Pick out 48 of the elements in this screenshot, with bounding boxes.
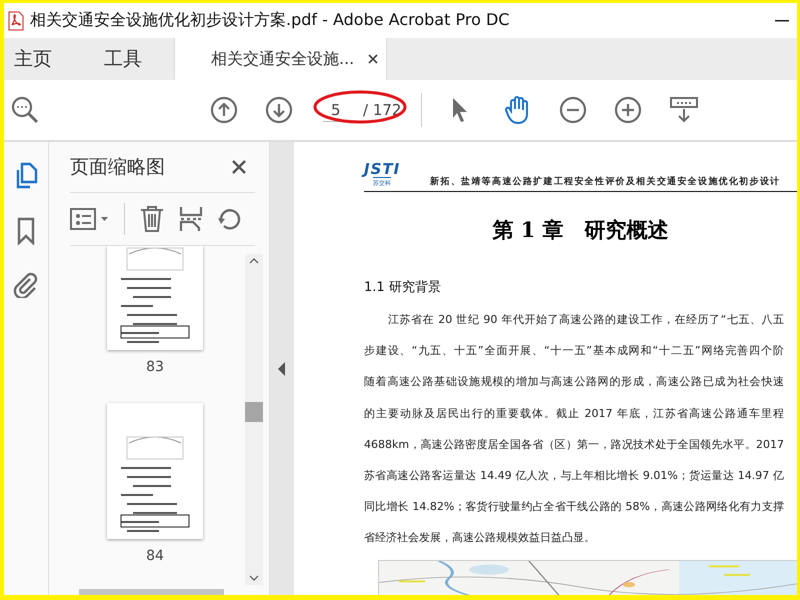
close-icon[interactable]	[231, 159, 247, 175]
previous-page-icon[interactable]	[210, 96, 238, 124]
sidebar-tab[interactable]	[13, 272, 39, 301]
next-page-icon[interactable]	[265, 96, 293, 124]
sidebar-tab[interactable]	[16, 217, 36, 248]
page-thumbnail[interactable]	[107, 403, 203, 539]
scrollbar[interactable]	[245, 254, 263, 585]
paragraph-line: 同比增长 14.82%；客货行驶量约占全省干线公路的 58%，高速公路网络化有力支撑	[364, 499, 784, 516]
page-number: 84	[146, 548, 164, 564]
page-thumbnail[interactable]	[107, 246, 203, 350]
paragraph-line: 的主要动脉及居民出行的重要载体。截止 2017 年底，江苏省高速公路通车里程	[364, 406, 784, 422]
scrollbar-thumb[interactable]	[245, 402, 263, 422]
page-number: 83	[146, 359, 164, 375]
keyboard-icon[interactable]	[669, 96, 700, 124]
rotate-icon[interactable]	[217, 206, 243, 232]
paragraph-line: 随着高速公路基础设施规模的增加与高速公路网的形成，高速公路已成为社会快速	[364, 374, 784, 390]
chapter-title: 第 1 章 研究概述	[491, 216, 670, 244]
tab[interactable]: 工具	[98, 38, 148, 80]
page-total: / 172	[363, 101, 402, 119]
minimize-icon[interactable]	[775, 18, 789, 22]
page-number-field[interactable]: 5	[323, 98, 357, 122]
zoom-out-icon[interactable]	[559, 96, 588, 124]
window-title: 相关交通安全设施优化初步设计方案.pdf - Adobe Acrobat Pro DC	[30, 10, 510, 31]
paragraph-line: 江苏省在 20 世纪 90 年代开始了高速公路的建设工作，在经历了“七五、八五	[387, 312, 784, 328]
paragraph-line: 苏省高速公路客运量达 14.49 亿人次，与上年相比增长 9.01%；货运量达 14.97 亿	[364, 468, 784, 484]
section-heading: 1.1 研究背景	[364, 279, 442, 296]
scroll-down-icon[interactable]	[249, 575, 259, 581]
insert-pages-icon[interactable]	[179, 205, 203, 233]
paragraph-line: 省经济社会发展，高速公路规模效益日益凸显。	[364, 530, 596, 546]
bookmark-icon	[16, 217, 36, 245]
close-icon[interactable]	[368, 54, 378, 64]
search-icon[interactable]	[10, 95, 40, 125]
collapse-icon[interactable]	[278, 362, 286, 376]
pages-icon	[14, 162, 38, 190]
scroll-up-icon[interactable]	[249, 258, 259, 264]
logo-text: JSTI	[364, 162, 400, 177]
pdf-file-icon	[8, 10, 24, 30]
paragraph-line: 4688km，高速公路密度居全国各省（区）第一，路况技术处于全国领先水平。2017	[364, 436, 784, 453]
zoom-in-icon[interactable]	[614, 96, 642, 124]
tab[interactable]: 主页	[8, 38, 58, 80]
tab[interactable]: 相关交通安全设施...	[174, 38, 388, 80]
scrollbar[interactable]	[79, 589, 224, 595]
paperclip-icon	[13, 272, 39, 298]
trash-icon[interactable]	[139, 205, 165, 233]
page-header: 新拓、盐靖等高速公路扩建工程安全性评价及相关交通安全设施优化初步设计	[430, 175, 780, 188]
options-icon[interactable]	[70, 208, 110, 230]
paragraph-line: 步建设、“九五、十五”全面开展、“十一五”基本成网和“十二五”网络完善四个阶	[364, 343, 784, 360]
panel-title: 页面缩略图	[70, 155, 165, 180]
